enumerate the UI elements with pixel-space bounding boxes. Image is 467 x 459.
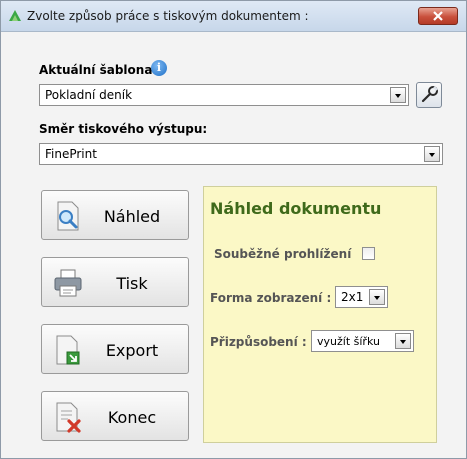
info-icon[interactable]: i <box>151 60 167 76</box>
fit-select[interactable]: využít šířku <box>311 330 414 352</box>
template-settings-button[interactable] <box>416 82 442 108</box>
title-bar[interactable]: Zvolte způsob práce s tiskovým dokumente… <box>1 1 466 32</box>
fit-label: Přizpůsobení : <box>210 335 307 349</box>
exit-button[interactable]: Konec <box>41 391 189 441</box>
export-button[interactable]: Export <box>41 324 189 374</box>
export-button-label: Export <box>105 341 159 360</box>
preview-panel-title: Náhled dokumentu <box>210 199 382 218</box>
print-button-label: Tisk <box>116 274 148 293</box>
output-value: FinePrint <box>45 147 97 161</box>
preview-button[interactable]: Náhled <box>41 190 189 240</box>
output-select[interactable]: FinePrint <box>39 143 443 165</box>
output-label: Směr tiskového výstupu: <box>39 122 208 136</box>
display-form-label: Forma zobrazení : <box>210 291 332 305</box>
window-title: Zvolte způsob práce s tiskovým dokumente… <box>27 9 309 23</box>
dialog-window: Zvolte způsob práce s tiskovým dokumente… <box>0 0 467 459</box>
template-select[interactable]: Pokladní deník <box>39 84 409 106</box>
display-form-value: 2x1 <box>341 290 364 304</box>
close-button[interactable] <box>418 7 458 25</box>
fit-value: využít šířku <box>317 335 380 348</box>
chevron-down-icon[interactable] <box>395 333 411 349</box>
template-label: Aktuální šablona <box>39 63 153 77</box>
preview-button-label: Náhled <box>103 207 161 226</box>
template-value: Pokladní deník <box>45 88 133 102</box>
close-icon <box>433 11 443 21</box>
wrench-icon <box>421 86 438 103</box>
chevron-down-icon[interactable] <box>424 146 440 162</box>
preview-panel: Náhled dokumentu Souběžné prohlížení For… <box>203 186 437 443</box>
display-form-select[interactable]: 2x1 <box>335 286 388 308</box>
app-icon <box>9 10 21 21</box>
exit-button-label: Konec <box>107 408 157 427</box>
chevron-down-icon[interactable] <box>369 289 385 305</box>
concurrent-label: Souběžné prohlížení <box>214 247 352 261</box>
concurrent-checkbox[interactable] <box>362 247 375 260</box>
chevron-down-icon[interactable] <box>390 87 406 103</box>
print-button[interactable]: Tisk <box>41 257 189 307</box>
